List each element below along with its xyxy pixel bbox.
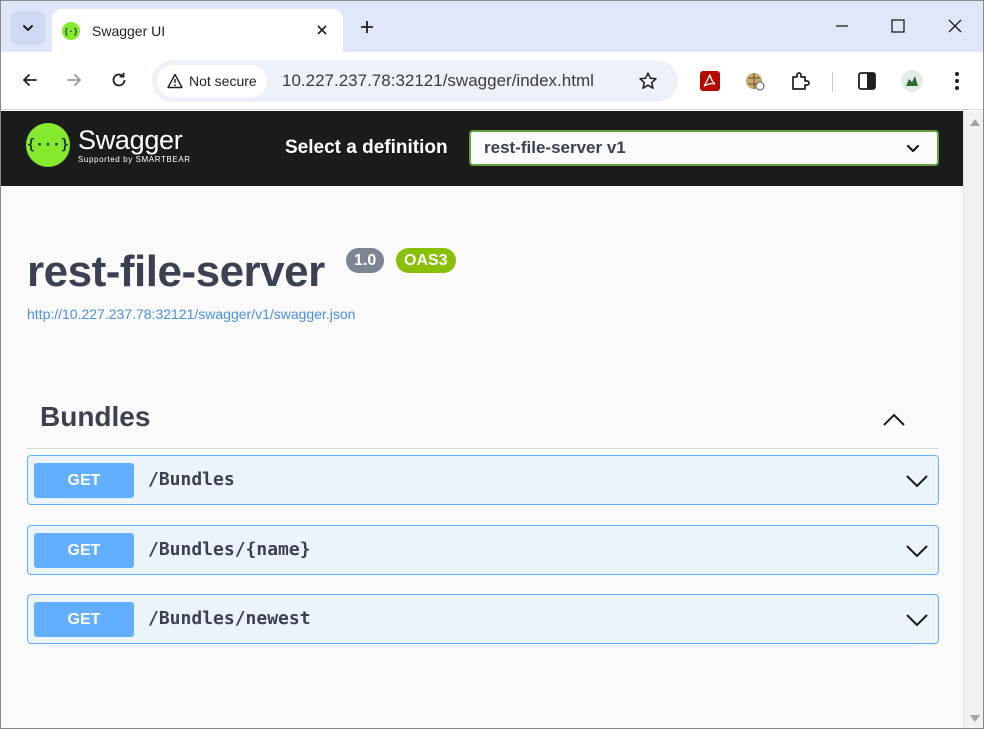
operation-get-bundles-newest[interactable]: GET /Bundles/newest [27, 594, 939, 644]
operation-path: /Bundles/newest [148, 608, 311, 629]
toolbar-divider [832, 72, 833, 92]
maximize-button[interactable] [881, 11, 915, 41]
chevron-down-icon [23, 25, 33, 31]
expand-button[interactable] [904, 468, 930, 494]
chevron-down-icon [906, 144, 920, 153]
method-badge: GET [34, 533, 134, 568]
tab-strip: {·} Swagger UI [1, 1, 983, 52]
url-text[interactable]: 10.227.237.78:32121/swagger/index.html [282, 71, 594, 91]
tag-name: Bundles [40, 401, 151, 432]
security-label: Not secure [189, 73, 257, 89]
method-badge: GET [34, 463, 134, 498]
bookmark-button[interactable] [636, 69, 660, 93]
vertical-scrollbar[interactable] [963, 111, 983, 728]
close-icon [317, 25, 327, 35]
browser-tab[interactable]: {·} Swagger UI [52, 9, 343, 52]
scroll-down-arrow[interactable] [970, 715, 980, 722]
chevron-up-icon [883, 413, 905, 426]
spec-url-link[interactable]: http://10.227.237.78:32121/swagger/v1/sw… [27, 306, 355, 322]
expand-button[interactable] [904, 607, 930, 633]
expand-button[interactable] [904, 538, 930, 564]
method-badge: GET [34, 602, 134, 637]
swagger-logo-sub: Supported by SMARTBEAR [78, 155, 191, 164]
profile-avatar-icon [901, 70, 923, 92]
pdf-extension-button[interactable] [697, 68, 723, 94]
tab-search-button[interactable] [11, 11, 45, 45]
pdf-extension-icon [700, 71, 720, 91]
chevron-down-icon [906, 475, 928, 488]
page-viewport: {···} Swagger Supported by SMARTBEAR Sel… [1, 111, 963, 728]
tab-title: Swagger UI [92, 22, 166, 39]
minimize-button[interactable] [825, 11, 859, 41]
puzzle-extensions-icon [792, 72, 810, 90]
chevron-down-icon [906, 545, 928, 558]
operation-path: /Bundles/{name} [148, 539, 311, 560]
window-close-button[interactable] [938, 11, 972, 41]
operation-get-bundles[interactable]: GET /Bundles [27, 455, 939, 505]
star-icon [639, 72, 657, 89]
swagger-logo-name: Swagger [78, 125, 183, 155]
operation-get-bundles-name[interactable]: GET /Bundles/{name} [27, 525, 939, 575]
swagger-logo-icon: {···} [26, 123, 70, 167]
browser-menu-button[interactable] [944, 68, 970, 94]
back-button[interactable] [15, 65, 45, 95]
swagger-logo[interactable]: {···} Swagger Supported by SMARTBEAR [26, 123, 191, 167]
chevron-down-icon [906, 614, 928, 627]
definition-select[interactable]: rest-file-server v1 [469, 130, 939, 166]
menu-icon [955, 72, 959, 90]
side-panel-button[interactable] [854, 68, 880, 94]
oas-badge: OAS3 [396, 248, 456, 273]
api-info: rest-file-server 1.0 OAS3 [27, 247, 456, 297]
extension-button[interactable] [742, 68, 768, 94]
svg-text:{·}: {·} [65, 27, 77, 36]
extension-icon [746, 73, 765, 91]
swagger-topbar: {···} Swagger Supported by SMARTBEAR Sel… [1, 111, 963, 186]
reload-button[interactable] [104, 65, 134, 95]
new-tab-button[interactable] [355, 15, 379, 39]
scroll-up-arrow[interactable] [970, 119, 980, 126]
warning-icon [167, 73, 183, 89]
window-close-icon [948, 19, 962, 33]
extensions-menu-button[interactable] [787, 68, 813, 94]
security-chip[interactable]: Not secure [157, 65, 267, 97]
definition-select-value: rest-file-server v1 [484, 138, 626, 157]
forward-icon [67, 74, 81, 86]
profile-button[interactable] [899, 68, 925, 94]
tag-section-header[interactable]: Bundles [27, 393, 939, 449]
swagger-favicon-icon: {·} [62, 21, 80, 40]
api-title: rest-file-server [27, 247, 325, 296]
address-bar[interactable]: Not secure 10.227.237.78:32121/swagger/i… [152, 60, 678, 102]
definition-label: Select a definition [285, 137, 448, 158]
minimize-icon [836, 25, 848, 27]
side-panel-icon [858, 72, 876, 90]
forward-button[interactable] [59, 65, 89, 95]
maximize-icon [891, 19, 905, 33]
tag-collapse-button[interactable] [879, 405, 909, 435]
reload-icon [112, 72, 126, 87]
operation-path: /Bundles [148, 469, 235, 490]
tab-close-button[interactable] [313, 21, 331, 39]
back-icon [23, 74, 37, 86]
browser-toolbar: Not secure 10.227.237.78:32121/swagger/i… [1, 52, 983, 110]
version-badge: 1.0 [346, 248, 385, 273]
browser-window: {·} Swagger UI [0, 0, 984, 729]
new-tab-icon [361, 21, 373, 33]
